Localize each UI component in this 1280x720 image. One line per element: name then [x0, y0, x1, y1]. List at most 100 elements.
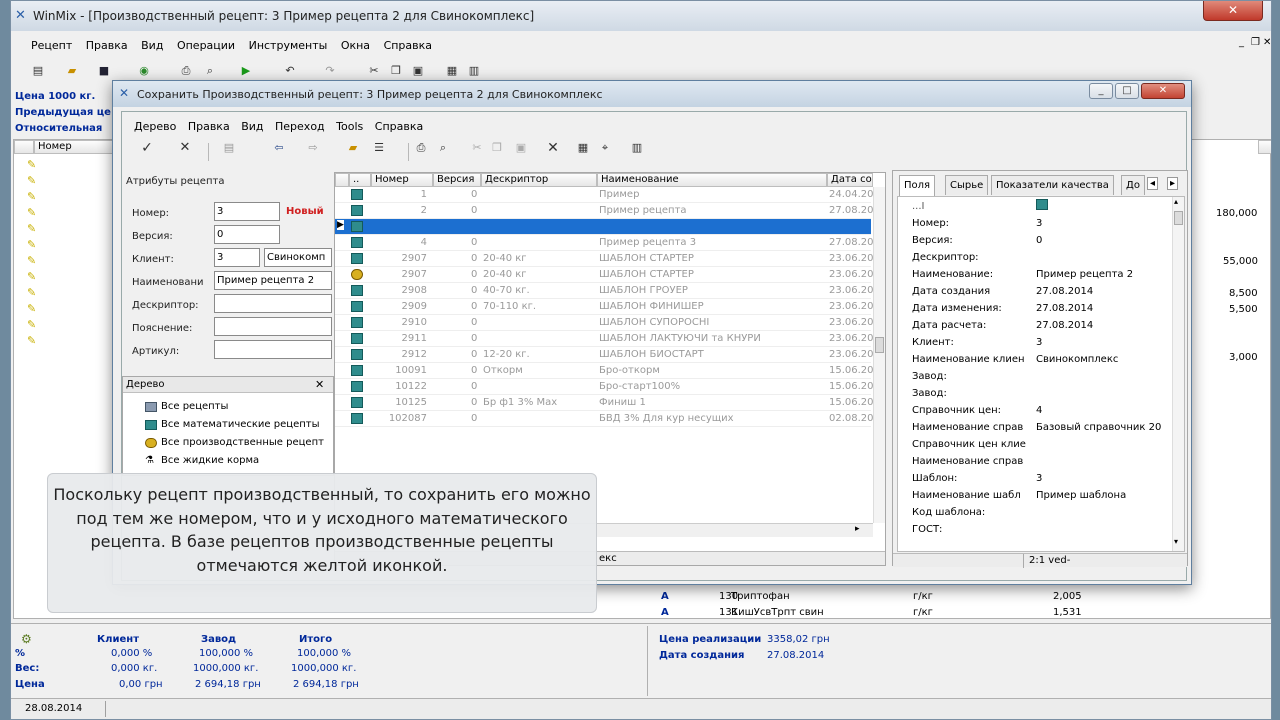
tab-fields[interactable]: Поля: [899, 175, 936, 196]
descriptor-field[interactable]: [214, 294, 332, 313]
prop-value[interactable]: 27.08.2014: [1036, 286, 1093, 297]
menu-recipe[interactable]: Рецепт: [31, 39, 72, 52]
folder-up-icon[interactable]: ▰: [344, 140, 362, 156]
mdi-close-icon[interactable]: ✕: [1263, 37, 1271, 48]
preview-icon[interactable]: ⌕: [201, 63, 219, 79]
mdi-restore-icon[interactable]: ❐: [1251, 37, 1260, 48]
list-item[interactable]: 2910 0 ШАБЛОН СУПОРОСНІ 23.06.20: [335, 315, 873, 331]
prop-value[interactable]: 3: [1036, 218, 1042, 229]
menu-edit[interactable]: Правка: [86, 39, 128, 52]
tree-item-liquid-feed[interactable]: ⚗ Все жидкие корма: [145, 455, 259, 466]
dialog-minimize-button[interactable]: _: [1089, 83, 1113, 99]
list-item[interactable]: 10125 0 Бр ф1 3% Max Финиш 1 15.06.20: [335, 395, 873, 411]
list-item[interactable]: 10091 0 Откорм Бро-откорм 15.06.20: [335, 363, 873, 379]
list-item[interactable]: 2909 0 70-110 кг. ШАБЛОН ФИНИШЕР 23.06.20: [335, 299, 873, 315]
print-icon[interactable]: ⎙: [177, 63, 195, 79]
list-item[interactable]: 2911 0 ШАБЛОН ЛАКТУЮЧИ та КНУРИ 23.06.20: [335, 331, 873, 347]
list-item[interactable]: 102087 0 БВД 3% Для кур несущих 02.08.20: [335, 411, 873, 427]
paste-icon[interactable]: ▣: [409, 63, 427, 79]
tab-more[interactable]: До: [1121, 175, 1145, 195]
prop-value[interactable]: Пример шаблона: [1036, 490, 1126, 501]
new-icon[interactable]: ▤: [29, 63, 47, 79]
tree-item-math-recipes[interactable]: Все математические рецепты: [145, 419, 319, 430]
find-icon[interactable]: ⌖: [596, 140, 614, 156]
menu-edit[interactable]: Правка: [188, 120, 230, 133]
props-scroll-down-icon[interactable]: ▾: [1174, 537, 1178, 546]
calculate-icon[interactable]: ◉: [135, 63, 153, 79]
menu-tools[interactable]: Tools: [336, 120, 363, 133]
list-header-descriptor[interactable]: Дескриптор: [481, 173, 597, 187]
tab-quality[interactable]: Показатели качества: [991, 175, 1114, 195]
tree-item-all-recipes[interactable]: Все рецепты: [145, 401, 228, 412]
menu-goto[interactable]: Переход: [275, 120, 325, 133]
menu-view[interactable]: Вид: [141, 39, 163, 52]
menu-help[interactable]: Справка: [384, 39, 432, 52]
ok-check-icon[interactable]: ✓: [138, 140, 156, 156]
properties-icon[interactable]: ▦: [574, 140, 592, 156]
delete-icon[interactable]: ✕: [544, 140, 562, 156]
back-arrow-icon[interactable]: ⇦: [270, 140, 288, 156]
client-field[interactable]: 3: [214, 248, 260, 267]
prop-value[interactable]: 3: [1036, 473, 1042, 484]
tree-close-icon[interactable]: ✕: [315, 378, 324, 391]
dialog-close-button[interactable]: ✕: [1141, 83, 1185, 99]
new-record-icon[interactable]: ▤: [220, 140, 238, 156]
paste-icon[interactable]: ▣: [512, 140, 530, 156]
prop-value[interactable]: Свинокомплекс: [1036, 354, 1118, 365]
undo-icon[interactable]: ↶: [281, 63, 299, 79]
list-item[interactable]: 2 0 Пример рецепта 27.08.20: [335, 203, 873, 219]
menu-tree[interactable]: Дерево: [134, 120, 176, 133]
grid-icon[interactable]: ▦: [443, 63, 461, 79]
open-folder-icon[interactable]: ▰: [63, 63, 81, 79]
prop-value[interactable]: Базовый справочник 20: [1036, 422, 1161, 433]
prop-value[interactable]: 27.08.2014: [1036, 303, 1093, 314]
menu-help[interactable]: Справка: [375, 120, 423, 133]
prop-value[interactable]: 4: [1036, 405, 1042, 416]
cut-icon[interactable]: ✂: [365, 63, 383, 79]
menu-windows[interactable]: Окна: [341, 39, 370, 52]
copy-icon[interactable]: ❐: [387, 63, 405, 79]
tab-raw[interactable]: Сырье: [945, 175, 989, 195]
cut-icon[interactable]: ✂: [468, 140, 486, 156]
print-icon[interactable]: ⎙: [412, 140, 430, 156]
version-field[interactable]: 0: [214, 225, 280, 244]
copy-icon[interactable]: ❐: [488, 140, 506, 156]
run-icon[interactable]: ▶: [237, 63, 255, 79]
prop-value[interactable]: 3: [1036, 337, 1042, 348]
mdi-minimize-icon[interactable]: _: [1239, 37, 1244, 48]
vscroll-thumb[interactable]: [875, 337, 884, 353]
preview-icon[interactable]: ⌕: [434, 140, 452, 156]
list-item[interactable]: 2907 0 20-40 кг ШАБЛОН СТАРТЕР 23.06.20: [335, 267, 873, 283]
list-item[interactable]: 10122 0 Бро-старт100% 15.06.20: [335, 379, 873, 395]
columns-icon[interactable]: ▥: [628, 140, 646, 156]
explanation-field[interactable]: [214, 317, 332, 336]
client-name-field[interactable]: Свинокомп: [264, 248, 332, 267]
redo-icon[interactable]: ↷: [321, 63, 339, 79]
dialog-maximize-button[interactable]: □: [1115, 83, 1139, 99]
list-header-number[interactable]: Номер: [371, 173, 433, 187]
tree-view-icon[interactable]: ☰: [370, 140, 388, 156]
list-vscrollbar[interactable]: [873, 187, 885, 523]
cancel-x-icon[interactable]: ✕: [176, 140, 194, 156]
prop-value[interactable]: 27.08.2014: [1036, 320, 1093, 331]
list-item[interactable]: 2912 0 12-20 кг. ШАБЛОН БИОСТАРТ 23.06.20: [335, 347, 873, 363]
list-header-name[interactable]: Наименование: [597, 173, 827, 187]
props-vscrollbar[interactable]: ▴ ▾: [1172, 197, 1184, 551]
prop-value[interactable]: Пример рецепта 2: [1036, 269, 1133, 280]
list-header-date[interactable]: Дата со: [827, 173, 873, 187]
columns-icon[interactable]: ▥: [465, 63, 483, 79]
prop-value[interactable]: 0: [1036, 235, 1042, 246]
menu-tools[interactable]: Инструменты: [249, 39, 328, 52]
menu-operations[interactable]: Операции: [177, 39, 235, 52]
list-item[interactable]: 2908 0 40-70 кг. ШАБЛОН ГРОУЕР 23.06.20: [335, 283, 873, 299]
list-item[interactable]: 1 0 Пример 24.04.20: [335, 187, 873, 203]
save-icon[interactable]: ■: [95, 63, 113, 79]
props-scroll-up-icon[interactable]: ▴: [1174, 197, 1178, 206]
list-item[interactable]: ▶: [335, 219, 871, 235]
menu-view[interactable]: Вид: [241, 120, 263, 133]
forward-arrow-icon[interactable]: ⇨: [304, 140, 322, 156]
scroll-right-icon[interactable]: ▸: [855, 524, 860, 534]
article-field[interactable]: [214, 340, 332, 359]
props-vscroll-thumb[interactable]: [1174, 211, 1183, 225]
number-field[interactable]: 3: [214, 202, 280, 221]
